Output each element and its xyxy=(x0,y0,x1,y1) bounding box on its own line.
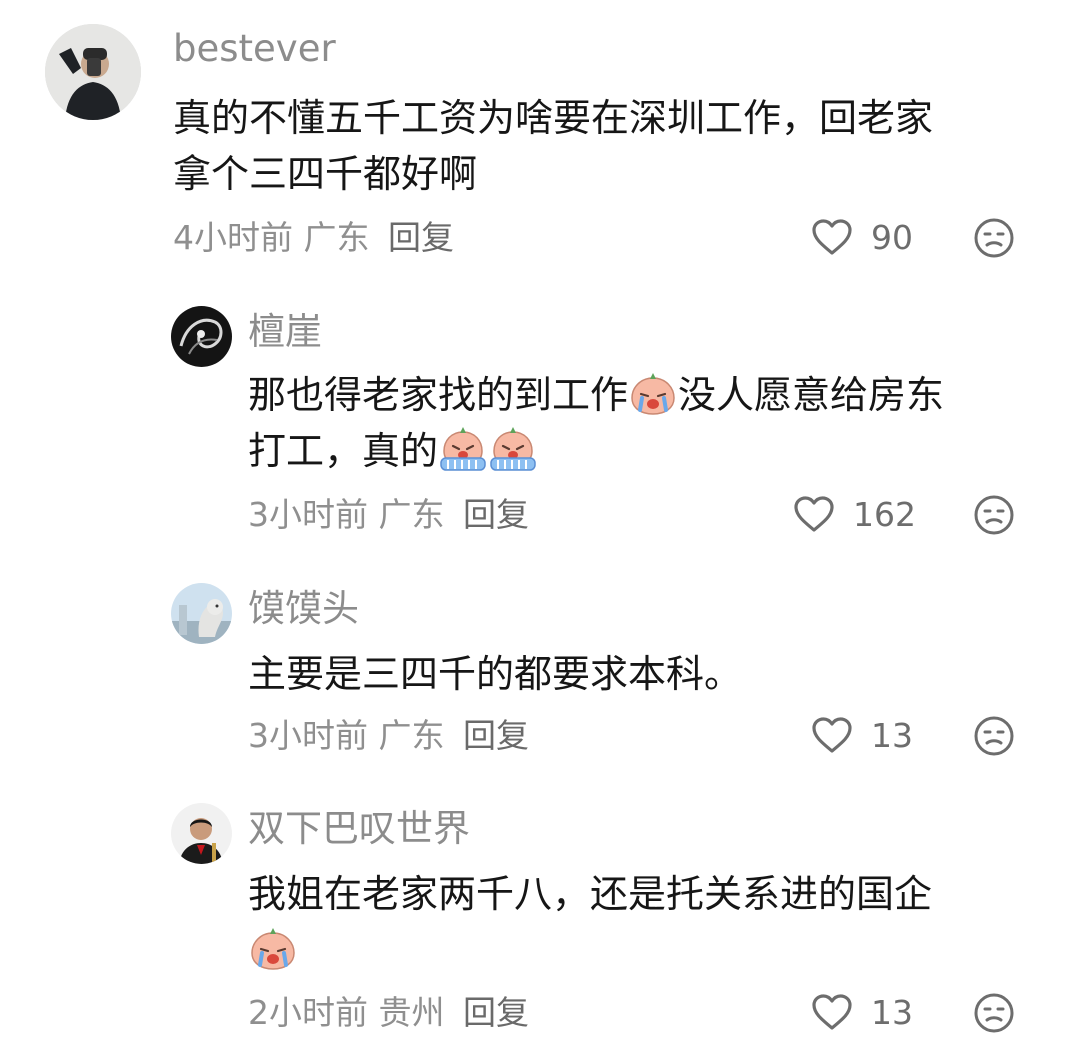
like-count: 13 xyxy=(871,715,913,755)
reply-button[interactable]: 回复 xyxy=(463,716,529,755)
unhappy-face-icon xyxy=(973,494,1015,536)
username[interactable]: 双下巴叹世界 xyxy=(248,810,470,847)
comment-time: 2小时前 xyxy=(248,993,368,1032)
heart-outline-icon xyxy=(811,217,853,257)
comment-text-line: 打工，真的 xyxy=(248,423,944,479)
reply-button[interactable]: 回复 xyxy=(463,495,529,534)
comment-text: 真的不懂五千工资为啥要在深圳工作，回老家 拿个三四千都好啊 xyxy=(173,90,933,202)
comment-meta: 3小时前 广东 回复 xyxy=(248,498,529,531)
username[interactable]: bestever xyxy=(173,30,336,67)
dislike-button[interactable] xyxy=(973,494,1015,536)
comment-text-line: 那也得老家找的到工作 没人愿意给房东 xyxy=(248,367,944,423)
heart-outline-icon xyxy=(793,494,835,534)
comment-time: 3小时前 xyxy=(248,495,368,534)
dislike-button[interactable] xyxy=(973,992,1015,1034)
like-button[interactable]: 90 xyxy=(811,215,913,259)
avatar[interactable] xyxy=(171,803,232,864)
comment-meta: 3小时前 广东 回复 xyxy=(248,719,529,752)
like-button[interactable]: 13 xyxy=(811,990,913,1034)
username[interactable]: 檀崖 xyxy=(248,313,322,350)
crying-peach-emoji xyxy=(628,370,678,416)
avatar-image xyxy=(171,803,232,864)
comment-time: 3小时前 xyxy=(248,716,368,755)
unhappy-face-icon xyxy=(973,217,1015,259)
dislike-button[interactable] xyxy=(973,715,1015,757)
comment-location: 广东 xyxy=(378,716,445,755)
comment-text-line: 拿个三四千都好啊 xyxy=(173,152,478,196)
like-count: 13 xyxy=(871,992,913,1032)
comment-text: 那也得老家找的到工作 没人愿意给房东 打工，真的 xyxy=(248,367,944,479)
comment-location: 广东 xyxy=(378,495,445,534)
avatar-image xyxy=(45,24,141,120)
dislike-button[interactable] xyxy=(973,217,1015,259)
comment-text: 我姐在老家两千八，还是托关系进的国企 xyxy=(248,866,932,978)
heart-outline-icon xyxy=(811,992,853,1032)
avatar-image xyxy=(171,583,232,644)
reply-button[interactable]: 回复 xyxy=(388,218,454,257)
comment-meta: 2小时前 贵州 回复 xyxy=(248,996,529,1029)
comment-location: 广东 xyxy=(303,218,370,257)
comment-text-line: 真的不懂五千工资为啥要在深圳工作，回老家 xyxy=(173,96,934,140)
comment-text-line: 主要是三四千的都要求本科。 xyxy=(248,652,743,696)
like-count: 90 xyxy=(871,217,913,257)
comment-text: 主要是三四千的都要求本科。 xyxy=(248,646,742,702)
like-button[interactable]: 162 xyxy=(793,492,916,536)
avatar[interactable] xyxy=(45,24,141,120)
crying-peach-emoji xyxy=(248,925,298,971)
avatar-image xyxy=(171,306,232,367)
comment-meta: 4小时前 广东 回复 xyxy=(173,221,454,254)
like-button[interactable]: 13 xyxy=(811,713,913,757)
comment-time: 4小时前 xyxy=(173,218,293,257)
heart-outline-icon xyxy=(811,715,853,755)
like-count: 162 xyxy=(853,494,916,534)
sobbing-peach-emoji xyxy=(488,426,538,472)
avatar[interactable] xyxy=(171,306,232,367)
avatar[interactable] xyxy=(171,583,232,644)
username[interactable]: 馍馍头 xyxy=(248,590,359,627)
reply-button[interactable]: 回复 xyxy=(463,993,529,1032)
comment-location: 贵州 xyxy=(378,993,445,1032)
unhappy-face-icon xyxy=(973,992,1015,1034)
sobbing-peach-emoji xyxy=(438,426,488,472)
comment-text-line xyxy=(248,922,932,978)
comment-thread: bestever 真的不懂五千工资为啥要在深圳工作，回老家 拿个三四千都好啊 4… xyxy=(0,0,1080,1052)
unhappy-face-icon xyxy=(973,715,1015,757)
comment-text-line: 我姐在老家两千八，还是托关系进的国企 xyxy=(248,872,933,916)
